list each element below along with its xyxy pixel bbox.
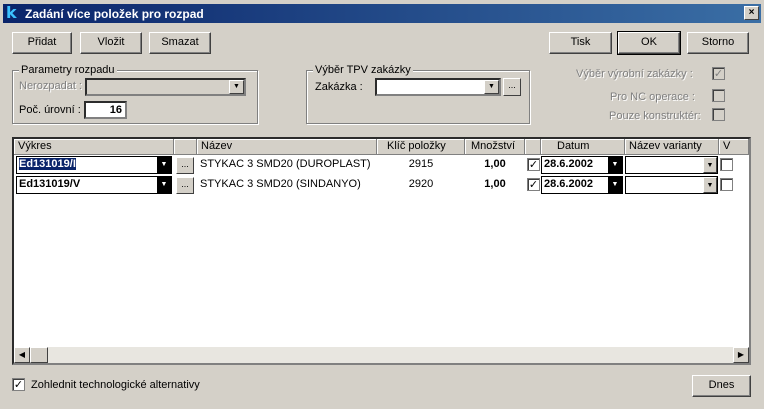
nerozpadat-combo[interactable]: ▼ — [85, 78, 246, 96]
tpv-group-label: Výběr TPV zakázky — [313, 64, 413, 76]
nerozpadat-label: Nerozpadat : — [19, 80, 82, 92]
alternativy-checkbox[interactable]: ✓ — [12, 378, 25, 391]
datum-value: 28.6.2002 — [544, 178, 593, 190]
datum-combo[interactable]: 28.6.2002 ▼ — [541, 156, 623, 174]
v-checkbox[interactable] — [720, 178, 733, 191]
check-icon: ✓ — [713, 67, 724, 80]
row-checkbox[interactable]: ✓ — [527, 158, 540, 171]
check-icon: ✓ — [528, 178, 539, 191]
chevron-down-icon[interactable]: ▼ — [703, 177, 717, 193]
col-header-nazev[interactable]: Název — [197, 139, 377, 155]
col-header-klic[interactable]: Klíč položky — [377, 139, 465, 155]
konstrukter-checkbox[interactable] — [712, 108, 725, 121]
levels-input[interactable]: 16 — [84, 101, 127, 119]
chevron-down-icon[interactable]: ▼ — [229, 80, 244, 94]
datum-combo[interactable]: 28.6.2002 ▼ — [541, 176, 623, 194]
vykres-browse-button[interactable]: ... — [176, 177, 194, 194]
check-icon: ✓ — [13, 378, 24, 391]
dnes-button[interactable]: Dnes — [692, 375, 751, 397]
tisk-button[interactable]: Tisk — [549, 32, 612, 54]
nazev-cell: STYKAC 3 SMD20 (DUROPLAST) — [200, 158, 371, 170]
vykres-browse-button[interactable]: ... — [176, 157, 194, 174]
chevron-down-icon[interactable]: ▼ — [157, 157, 171, 173]
chevron-down-icon[interactable]: ▼ — [608, 177, 622, 193]
chevron-down-icon[interactable]: ▼ — [608, 157, 622, 173]
chevron-down-icon[interactable]: ▼ — [157, 177, 171, 193]
scroll-thumb[interactable] — [30, 347, 48, 363]
mnozstvi-cell: 1,00 — [484, 178, 506, 190]
params-group-label: Parametry rozpadu — [19, 64, 117, 76]
vyrobni-checkbox[interactable]: ✓ — [712, 67, 725, 80]
chevron-down-icon[interactable]: ▼ — [703, 157, 717, 173]
items-grid[interactable]: Výkres Název Klíč položky Množství Datum… — [12, 137, 751, 365]
col-header-varianta[interactable]: Název varianty — [625, 139, 719, 155]
zakazka-combo[interactable]: ▼ — [375, 78, 501, 96]
check-icon: ✓ — [528, 158, 539, 171]
zakazka-browse-button[interactable]: ... — [503, 78, 521, 96]
klic-cell: 2915 — [408, 158, 434, 170]
chevron-down-icon[interactable]: ▼ — [484, 80, 499, 94]
nazev-cell: STYKAC 3 SMD20 (SINDANYO) — [200, 178, 361, 190]
close-button[interactable]: × — [744, 6, 759, 20]
varianta-combo[interactable]: ▼ — [625, 176, 718, 194]
vyrobni-label: Výběr výrobní zakázky : — [576, 68, 693, 80]
pridat-button[interactable]: Přidat — [12, 32, 72, 54]
storno-button[interactable]: Storno — [687, 32, 749, 54]
dialog-window: k Zadání více položek pro rozpad × Přida… — [0, 0, 764, 409]
v-checkbox[interactable] — [720, 158, 733, 171]
col-header-vykres[interactable]: Výkres — [14, 139, 174, 155]
varianta-combo[interactable]: ▼ — [625, 156, 718, 174]
col-header-mnozstvi[interactable]: Množství — [465, 139, 525, 155]
col-header-check[interactable] — [525, 139, 541, 155]
window-title: Zadání více položek pro rozpad — [25, 7, 204, 21]
vykres-value: Ed131019/I — [19, 158, 76, 170]
nc-label: Pro NC operace : — [610, 91, 695, 103]
vykres-combo[interactable]: Ed131019/I ▼ — [16, 156, 172, 174]
levels-label: Poč. úrovní : — [19, 104, 81, 116]
left-arrow-icon[interactable]: ◀ — [14, 347, 30, 363]
app-logo-icon: k — [6, 3, 17, 22]
right-arrow-icon[interactable]: ▶ — [733, 347, 749, 363]
row-checkbox[interactable]: ✓ — [527, 178, 540, 191]
col-header-datum[interactable]: Datum — [541, 139, 625, 155]
mnozstvi-cell: 1,00 — [484, 158, 506, 170]
smazat-button[interactable]: Smazat — [149, 32, 211, 54]
col-header-v[interactable]: V — [719, 139, 749, 155]
title-bar[interactable]: k Zadání více položek pro rozpad × — [3, 4, 761, 23]
vlozit-button[interactable]: Vložit — [80, 32, 142, 54]
ok-button[interactable]: OK — [617, 31, 681, 55]
alternativy-label: Zohlednit technologické alternativy — [31, 379, 200, 391]
zakazka-label: Zakázka : — [315, 81, 363, 93]
datum-value: 28.6.2002 — [544, 158, 593, 170]
klic-cell: 2920 — [408, 178, 434, 190]
vykres-combo[interactable]: Ed131019/V ▼ — [16, 176, 172, 194]
konstrukter-label: Pouze konstruktér: — [609, 110, 701, 122]
horizontal-scrollbar[interactable]: ◀ ▶ — [14, 347, 749, 363]
vykres-value: Ed131019/V — [19, 178, 81, 190]
nc-checkbox[interactable] — [712, 89, 725, 102]
col-header-browse[interactable] — [174, 139, 197, 155]
